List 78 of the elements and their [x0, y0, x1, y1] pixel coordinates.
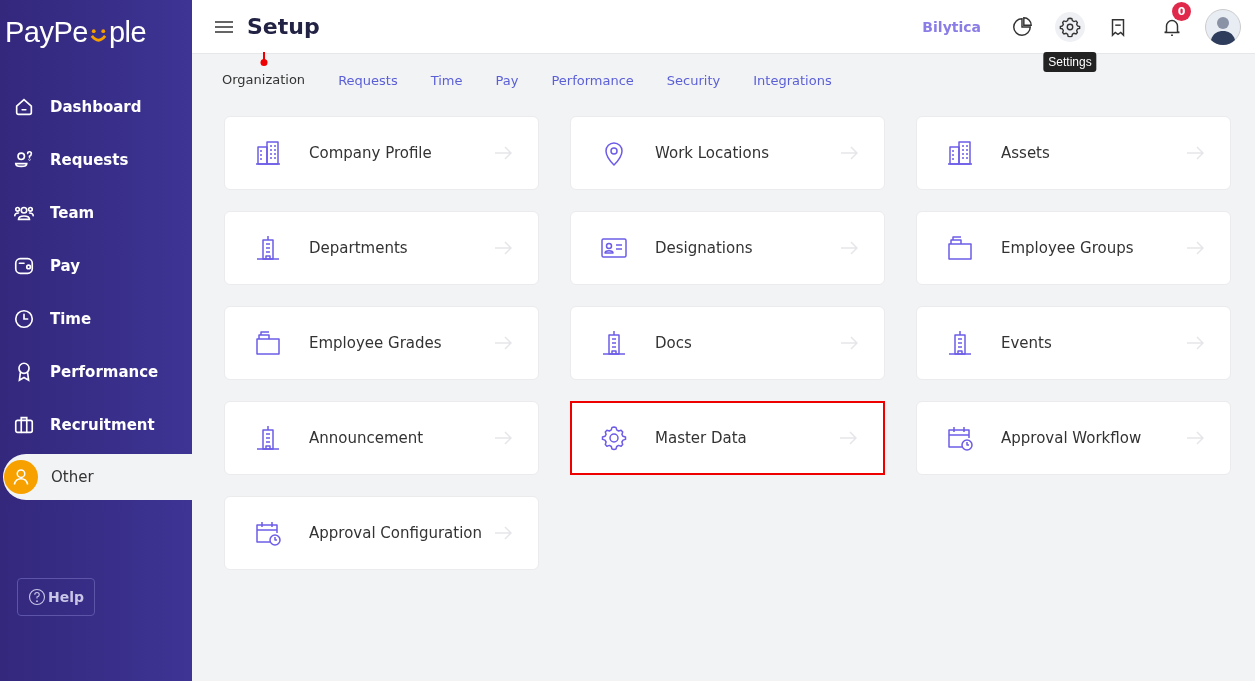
page-title: Setup [247, 14, 320, 39]
arrow-right-icon [494, 431, 512, 445]
question-icon [27, 588, 46, 606]
card-label: Company Profile [309, 144, 433, 162]
clock-icon [13, 307, 35, 330]
arrow-right-icon [840, 241, 858, 255]
card-label: Employee Groups [1001, 239, 1135, 257]
arrow-right-icon [494, 146, 512, 160]
arrow-right-icon [494, 241, 512, 255]
setup-card[interactable]: Approval Workflow [916, 401, 1231, 475]
card-label: Employee Grades [309, 334, 443, 352]
card-label: Departments [309, 239, 409, 257]
sidebar-item[interactable]: Team [0, 186, 192, 239]
arrow-right-icon [1186, 431, 1204, 445]
arrow-right-icon [494, 526, 512, 540]
tab[interactable]: Integrations [753, 73, 832, 88]
card-label: Docs [655, 334, 693, 352]
sidebar-item[interactable]: Dashboard [0, 80, 192, 133]
gear-icon [600, 424, 628, 452]
setup-card[interactable]: Company Profile [224, 116, 539, 190]
sidebar-item[interactable]: Recruitment [0, 398, 192, 451]
setup-card[interactable]: Employee Groups [916, 211, 1231, 285]
tower-icon [600, 329, 628, 357]
tower-icon [254, 424, 282, 452]
notification-count: 0 [1172, 1, 1191, 21]
setup-card[interactable]: Departments [224, 211, 539, 285]
arrow-right-icon [1186, 336, 1204, 350]
building-icon [254, 139, 282, 167]
pie-chart-icon[interactable] [1011, 15, 1033, 38]
folder-icon [254, 329, 282, 357]
settings-icon [1059, 15, 1081, 38]
tower-icon [254, 234, 282, 262]
setup-card[interactable]: Announcement [224, 401, 539, 475]
card-label: Designations [655, 239, 754, 257]
user-icon [11, 467, 31, 487]
folder-icon [946, 234, 974, 262]
arrow-right-icon [839, 431, 857, 445]
setup-card[interactable]: Events [916, 306, 1231, 380]
menu-icon[interactable] [215, 20, 233, 33]
arrow-right-icon [840, 146, 858, 160]
setup-card[interactable]: Employee Grades [224, 306, 539, 380]
setup-card[interactable]: Assets [916, 116, 1231, 190]
setup-card[interactable]: Work Locations [570, 116, 885, 190]
building-icon [946, 139, 974, 167]
sidebar-item[interactable]: Pay [0, 239, 192, 292]
card-label: Announcement [309, 429, 425, 447]
settings-tooltip: Settings [1043, 51, 1097, 72]
arrow-right-icon [840, 336, 858, 350]
sidebar-item[interactable]: Performance [0, 345, 192, 398]
paypeople-logo: PayPe ple [4, 14, 147, 50]
card-label: Approval Workflow [1001, 429, 1143, 447]
calendar-clock-icon [946, 424, 974, 452]
calendar-clock-icon [254, 519, 282, 547]
setup-card[interactable]: Master Data [570, 401, 885, 475]
tab[interactable]: Requests [338, 73, 398, 88]
setup-card[interactable]: Docs [570, 306, 885, 380]
help-button[interactable]: Help [17, 578, 95, 616]
tab[interactable]: Pay [495, 73, 519, 88]
arrow-right-icon [494, 336, 512, 350]
sidebar-item[interactable]: Time [0, 292, 192, 345]
tab[interactable]: Performance [551, 73, 634, 88]
tower-icon [946, 329, 974, 357]
card-label: Approval Configuration [309, 524, 484, 542]
sidebar-item[interactable]: Other [3, 454, 192, 500]
setup-card[interactable]: Approval Configuration [224, 496, 539, 570]
card-label: Events [1001, 334, 1053, 352]
avatar-icon[interactable] [1205, 8, 1241, 45]
arrow-right-icon [1186, 241, 1204, 255]
sidebar-item[interactable]: Requests [0, 133, 192, 186]
tab[interactable]: Organization [222, 72, 306, 87]
setup-card[interactable]: Designations [570, 211, 885, 285]
card-label: Work Locations [655, 144, 770, 162]
tab[interactable]: Security [666, 73, 721, 88]
tab[interactable]: Time [430, 73, 463, 88]
card-label: Assets [1001, 144, 1051, 162]
card-label: Master Data [655, 429, 748, 447]
arrow-right-icon [1186, 146, 1204, 160]
active-tab-marker [259, 52, 268, 66]
